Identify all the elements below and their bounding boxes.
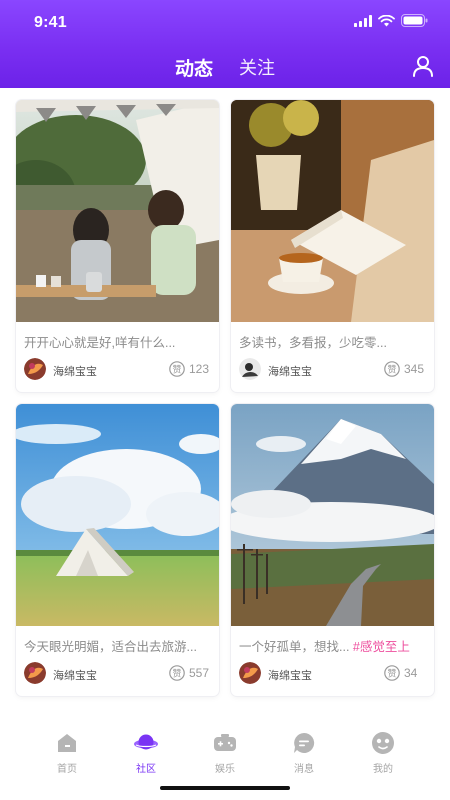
like-icon[interactable]: 赞: [384, 361, 400, 377]
status-bar: 9:41: [0, 0, 450, 44]
avatar[interactable]: [239, 662, 261, 684]
post-text: 一个好孤单，想找... #感觉至上: [239, 640, 410, 654]
avatar[interactable]: [24, 662, 46, 684]
author-name[interactable]: 海绵宝宝: [268, 667, 312, 683]
svg-text:赞: 赞: [172, 363, 181, 375]
like-count: 123: [189, 362, 210, 376]
like-icon[interactable]: 赞: [384, 665, 400, 681]
post-text: 多读书，多看报，少吃零...: [239, 336, 387, 350]
post-text: 开开心心就是好,咩有什么...: [24, 336, 176, 350]
like-icon[interactable]: 赞: [169, 665, 185, 681]
post-text: 今天眼光明媚，适合出去旅游...: [24, 640, 197, 654]
tab-community[interactable]: 社区: [116, 731, 176, 775]
svg-text:赞: 赞: [387, 363, 396, 375]
gamepad-icon: [214, 734, 236, 751]
post-image-mountain-road[interactable]: [231, 404, 434, 626]
svg-text:赞: 赞: [172, 667, 181, 679]
profile-face-icon: [372, 732, 394, 754]
home-icon: [58, 734, 76, 752]
wifi-icon: [378, 14, 395, 26]
post-card[interactable]: 开开心心就是好,咩有什么... 海绵宝宝 赞 123: [16, 100, 219, 392]
tab-dynamic[interactable]: 动态: [175, 54, 213, 81]
battery-icon: [401, 14, 428, 27]
post-card[interactable]: 一个好孤单，想找... #感觉至上 海绵宝宝 赞 34: [231, 404, 434, 696]
tab-messages[interactable]: 消息: [274, 731, 334, 775]
post-card[interactable]: 今天眼光明媚，适合出去旅游... 海绵宝宝 赞 557: [16, 404, 219, 696]
tab-following[interactable]: 关注: [239, 54, 275, 80]
author-name[interactable]: 海绵宝宝: [268, 363, 312, 379]
tab-profile[interactable]: 我的: [353, 731, 413, 775]
status-time: 9:41: [34, 14, 67, 31]
home-indicator: [160, 786, 290, 790]
post-image-tent-meadow[interactable]: [16, 404, 219, 626]
tab-home[interactable]: 首页: [37, 731, 97, 775]
svg-text:赞: 赞: [387, 667, 396, 679]
user-icon[interactable]: [412, 55, 434, 77]
hashtag-link[interactable]: #感觉至上: [353, 640, 410, 654]
like-icon[interactable]: 赞: [169, 361, 185, 377]
post-card[interactable]: 多读书，多看报，少吃零... 海绵宝宝 赞 345: [231, 100, 434, 392]
post-image-picnic[interactable]: [16, 100, 219, 322]
chat-icon: [294, 732, 315, 753]
like-count: 557: [189, 666, 210, 680]
like-count: 345: [404, 362, 425, 376]
signal-icon: [354, 14, 372, 27]
author-name[interactable]: 海绵宝宝: [53, 363, 97, 379]
planet-icon: [134, 734, 158, 750]
like-count: 34: [404, 666, 418, 680]
status-icons: [354, 14, 428, 27]
avatar[interactable]: [239, 358, 261, 380]
avatar[interactable]: [24, 358, 46, 380]
top-header: 9:41 动态 关注: [0, 0, 450, 88]
tab-entertainment[interactable]: 娱乐: [195, 731, 255, 775]
author-name[interactable]: 海绵宝宝: [53, 667, 97, 683]
feed-tabs: 动态 关注: [0, 52, 450, 82]
post-image-reading[interactable]: [231, 100, 434, 322]
